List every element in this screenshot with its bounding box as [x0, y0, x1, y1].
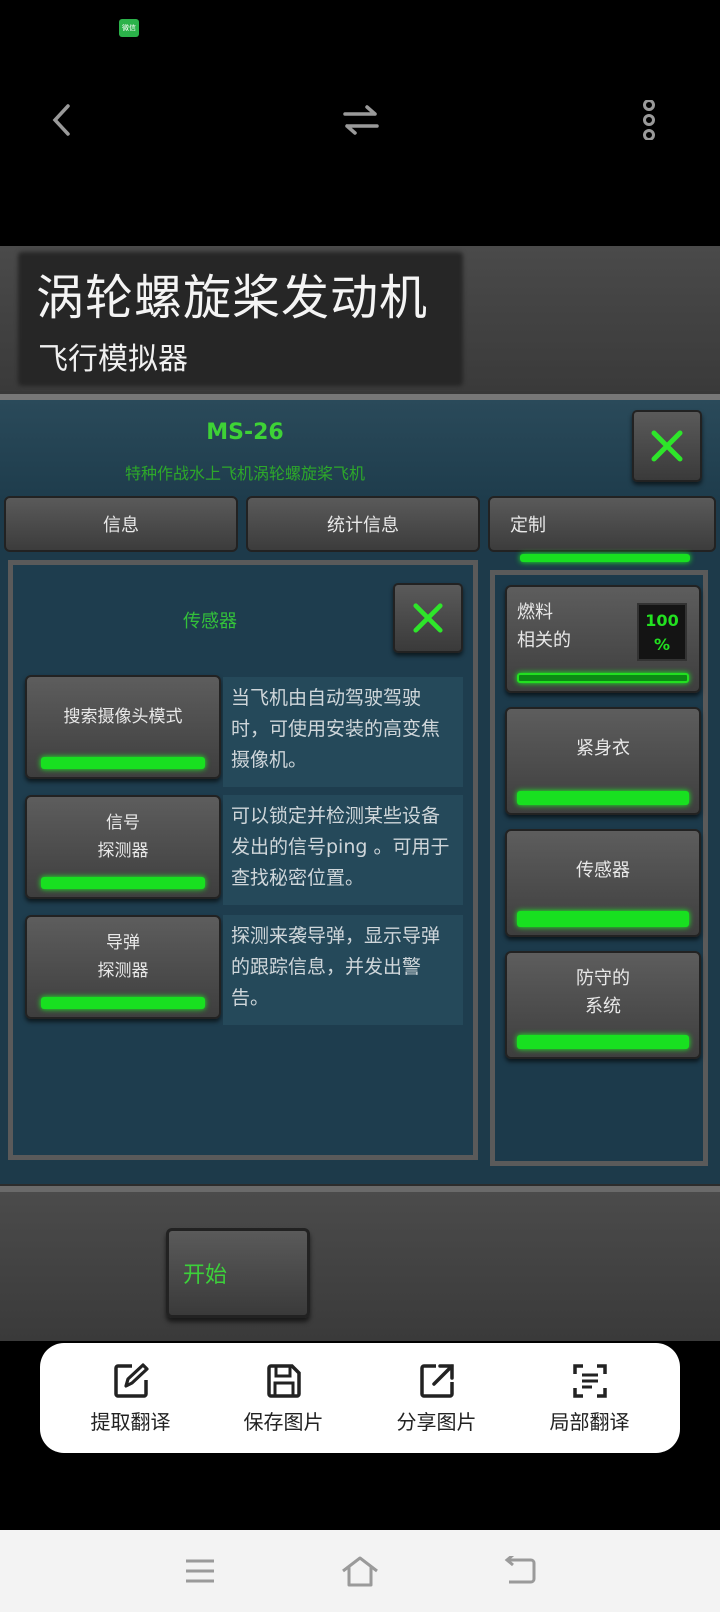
aircraft-description: 特种作战水上飞机涡轮螺旋桨飞机 — [124, 464, 365, 483]
aircraft-model: MS-26 — [206, 420, 284, 445]
game-banner: 涡轮螺旋桨发动机 飞行模拟器 — [0, 246, 720, 391]
close-icon — [413, 603, 443, 633]
panel-header: MS-26 特种作战水上飞机涡轮螺旋桨飞机 — [0, 400, 720, 500]
customize-panel: 燃料 相关的 100 % 紧身衣 传感器 防守的 系统 — [490, 570, 708, 1166]
sensor-panel: 传感器 搜索摄像头模式 当飞机由自动驾驶驾驶时，可使用安装的高变焦摄像机。 信号… — [8, 560, 478, 1160]
sensor-button[interactable]: 传感器 — [505, 829, 701, 937]
search-camera-mode-button[interactable]: 搜索摄像头模式 — [25, 675, 221, 779]
swap-arrows-icon — [343, 105, 379, 135]
item-description: 探测来袭导弹，显示导弹的跟踪信息，并发出警告。 — [223, 915, 463, 1025]
tab-info[interactable]: 信息 — [4, 496, 238, 552]
close-icon — [651, 430, 683, 462]
signal-detector-button[interactable]: 信号 探测器 — [25, 795, 221, 899]
item-label: 传感器 — [576, 860, 630, 881]
more-button[interactable] — [624, 95, 674, 145]
menu-button[interactable] — [175, 1546, 225, 1596]
action-label: 分享图片 — [396, 1409, 477, 1434]
back-icon — [504, 1556, 536, 1584]
fuel-button[interactable]: 燃料 相关的 100 % — [505, 585, 701, 693]
save-icon — [266, 1363, 301, 1398]
item-label: 导弹 探测器 — [97, 933, 149, 981]
start-button[interactable]: 开始 — [166, 1228, 310, 1318]
switch-button[interactable] — [336, 95, 386, 145]
sensor-panel-title: 传感器 — [183, 611, 237, 632]
armor-button[interactable]: 紧身衣 — [505, 707, 701, 815]
share-icon — [419, 1363, 454, 1398]
defense-system-button[interactable]: 防守的 系统 — [505, 951, 701, 1059]
tab-stats[interactable]: 统计信息 — [246, 496, 480, 552]
screen: 微信 涡轮螺旋桨发动机 飞行模拟器 MS-26 特种作战水上飞机涡轮螺旋桨飞机 … — [0, 0, 720, 1612]
menu-icon — [186, 1559, 214, 1583]
back-nav-button[interactable] — [495, 1546, 545, 1596]
action-label: 提取翻译 — [90, 1409, 171, 1434]
item-description: 当飞机由自动驾驶驾驶时，可使用安装的高变焦摄像机。 — [223, 677, 463, 787]
wechat-notification-icon: 微信 — [119, 19, 139, 37]
game-subtitle: 飞行模拟器 — [38, 342, 188, 377]
game-screenshot: 涡轮螺旋桨发动机 飞行模拟器 MS-26 特种作战水上飞机涡轮螺旋桨飞机 信息 … — [0, 246, 720, 1341]
home-button[interactable] — [335, 1546, 385, 1596]
action-label: 局部翻译 — [549, 1409, 630, 1434]
game-title: 涡轮螺旋桨发动机 — [36, 270, 429, 326]
edit-icon — [113, 1362, 149, 1398]
item-description: 可以锁定并检测某些设备发出的信号ping 。可用于查找秘密位置。 — [223, 795, 463, 905]
tab-customize[interactable]: 定制 — [488, 496, 716, 562]
home-icon — [342, 1556, 378, 1587]
close-panel-button[interactable] — [632, 410, 702, 482]
item-label: 搜索摄像头模式 — [63, 707, 183, 727]
fuel-value: 100 % — [637, 603, 687, 661]
aircraft-panel: MS-26 特种作战水上飞机涡轮螺旋桨飞机 信息 统计信息 定制 传感器 搜索摄… — [0, 394, 720, 1184]
close-sensor-panel-button[interactable] — [393, 583, 463, 653]
scan-icon — [572, 1363, 607, 1398]
extract-translate-button[interactable]: 提取翻译 — [61, 1362, 201, 1435]
chevron-left-icon — [52, 104, 70, 136]
action-sheet: 提取翻译 保存图片 分享图片 局部翻译 — [40, 1343, 680, 1453]
item-label: 信号 探测器 — [97, 813, 149, 861]
item-label: 防守的 系统 — [576, 968, 630, 1017]
game-bottom-bar: 开始 — [0, 1186, 720, 1341]
tab-customize-label: 定制 — [510, 515, 546, 536]
save-image-button[interactable]: 保存图片 — [214, 1362, 354, 1435]
partial-translate-button[interactable]: 局部翻译 — [520, 1362, 660, 1435]
share-image-button[interactable]: 分享图片 — [367, 1362, 507, 1435]
system-nav-bar — [0, 1530, 720, 1612]
tab-active-indicator — [520, 554, 690, 562]
action-label: 保存图片 — [243, 1409, 324, 1434]
more-vertical-icon — [643, 100, 655, 140]
item-label: 紧身衣 — [576, 738, 630, 759]
missile-detector-button[interactable]: 导弹 探测器 — [25, 915, 221, 1019]
back-button[interactable] — [36, 95, 86, 145]
